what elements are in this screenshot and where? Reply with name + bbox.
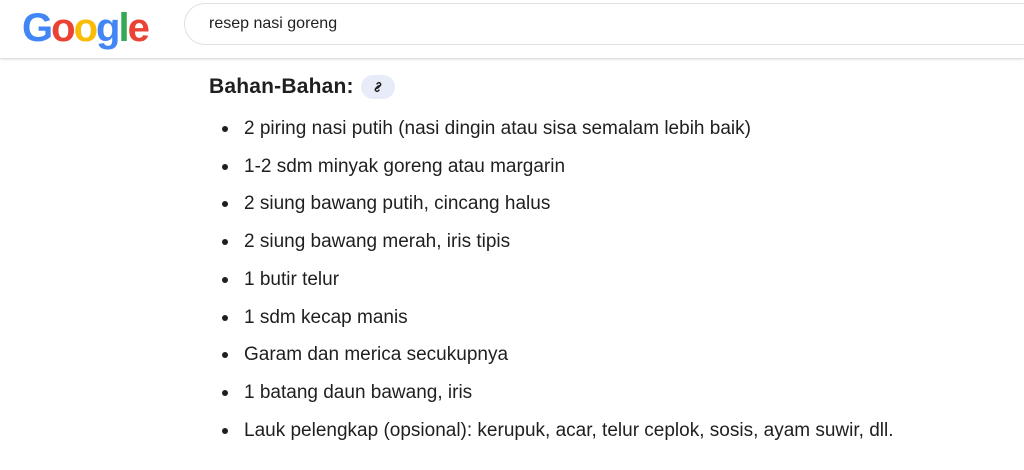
main-content: Bahan-Bahan: 2 piring nasi putih (nasi d…	[0, 58, 1024, 470]
bullet-icon	[222, 239, 228, 246]
logo-letter: G	[22, 6, 53, 50]
ingredient-text: 1-2 sdm minyak goreng atau margarin	[244, 155, 566, 177]
logo-letter: g	[96, 6, 120, 50]
logo-letter: o	[73, 6, 98, 50]
link-button[interactable]	[360, 75, 395, 99]
google-logo[interactable]: Google	[22, 6, 150, 50]
ingredient-text: Garam dan merica secukupnya	[244, 344, 509, 366]
logo-letter: e	[127, 6, 150, 50]
link-icon	[374, 82, 382, 92]
logo-letter: o	[51, 6, 75, 50]
bullet-icon	[222, 352, 228, 359]
ingredient-text: 2 siung bawang putih, cincang halus	[244, 193, 551, 215]
search-box[interactable]	[184, 3, 1024, 45]
bullet-icon	[222, 390, 228, 397]
search-input[interactable]	[209, 4, 909, 44]
bullet-icon	[222, 427, 228, 434]
bullet-icon	[222, 125, 228, 132]
ingredient-text: 1 sdm kecap manis	[244, 306, 408, 328]
ingredient-text: 2 piring nasi putih (nasi dingin atau si…	[244, 117, 751, 139]
bullet-icon	[222, 163, 228, 170]
section-heading: Bahan-Bahan:	[209, 72, 395, 102]
bullet-icon	[222, 314, 228, 321]
bullet-icon	[222, 201, 228, 208]
ingredient-text: 2 siung bawang merah, iris tipis	[244, 231, 511, 253]
logo-letter: l	[118, 6, 129, 50]
ingredient-text: 1 butir telur	[244, 268, 340, 290]
ingredient-text: 1 batang daun bawang, iris	[244, 382, 473, 404]
section-title: Bahan-Bahan:	[209, 75, 354, 98]
bullet-icon	[222, 276, 228, 283]
top-bar: Google	[0, 0, 1024, 58]
ingredient-text: Lauk pelengkap (opsional): kerupuk, acar…	[244, 419, 894, 441]
